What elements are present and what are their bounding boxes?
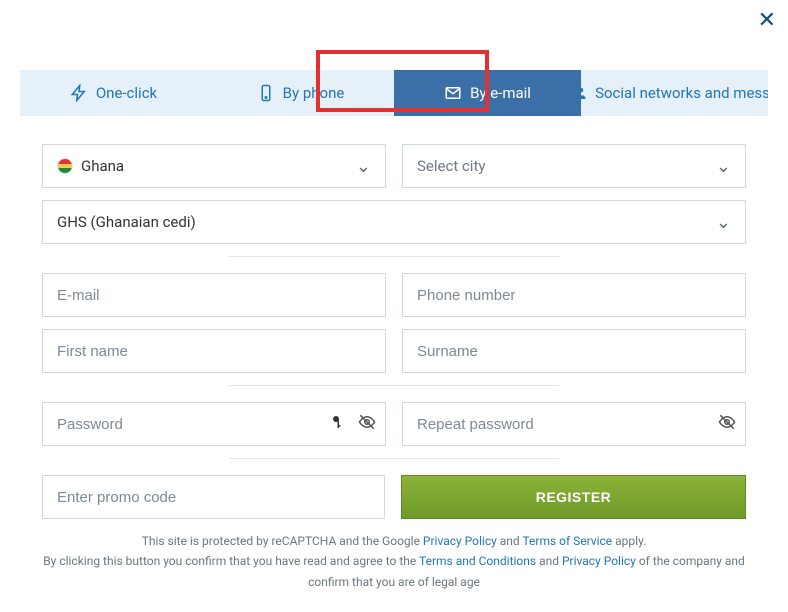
tab-label: Social networks and mess…: [595, 84, 768, 102]
currency-select[interactable]: GHS (Ghanaian cedi) ⌄: [42, 200, 746, 244]
tab-one-click[interactable]: One-click: [20, 70, 207, 116]
registration-tabs: One-click By phone By e-mail Social netw…: [20, 70, 768, 116]
country-select[interactable]: Ghana ⌄: [42, 144, 386, 188]
promo-input[interactable]: [42, 475, 385, 519]
first-name-input[interactable]: [42, 329, 386, 373]
currency-value: GHS (Ghanaian cedi): [57, 213, 196, 231]
divider: [229, 385, 559, 386]
legal-and2: and: [536, 554, 562, 568]
tab-label: By e-mail: [470, 84, 531, 102]
privacy-policy-link[interactable]: Privacy Policy: [423, 534, 497, 548]
close-button[interactable]: ✕: [758, 8, 776, 33]
ghana-flag-icon: [57, 158, 73, 174]
terms-and-conditions-link[interactable]: Terms and Conditions: [419, 554, 536, 568]
tab-label: By phone: [283, 84, 345, 102]
email-input[interactable]: [42, 273, 386, 317]
tab-by-phone[interactable]: By phone: [207, 70, 394, 116]
legal-and: and: [497, 534, 523, 548]
tab-by-email[interactable]: By e-mail: [394, 70, 581, 116]
key-icon: [330, 413, 348, 435]
header-spacer: [20, 0, 768, 70]
phone-icon: [257, 84, 275, 102]
legal-apply: apply.: [612, 534, 646, 548]
email-icon: [444, 84, 462, 102]
chevron-down-icon: ⌄: [716, 212, 731, 233]
city-placeholder: Select city: [417, 157, 485, 175]
users-icon: [581, 84, 587, 102]
chevron-down-icon: ⌄: [356, 156, 371, 177]
eye-off-icon[interactable]: [718, 413, 736, 435]
privacy-policy-link-2[interactable]: Privacy Policy: [562, 554, 636, 568]
register-button[interactable]: REGISTER: [401, 475, 746, 519]
eye-off-icon[interactable]: [358, 413, 376, 435]
city-select[interactable]: Select city ⌄: [402, 144, 746, 188]
terms-of-service-link[interactable]: Terms of Service: [522, 534, 612, 548]
tab-label: One-click: [96, 84, 157, 102]
lightning-icon: [70, 84, 88, 102]
tab-social[interactable]: Social networks and mess…: [581, 70, 768, 116]
divider: [229, 256, 559, 257]
legal-recaptcha-prefix: This site is protected by reCAPTCHA and …: [142, 534, 423, 548]
legal-confirm-prefix: By clicking this button you confirm that…: [43, 554, 419, 568]
chevron-down-icon: ⌄: [716, 156, 731, 177]
legal-text: This site is protected by reCAPTCHA and …: [42, 531, 746, 592]
divider: [229, 458, 559, 459]
country-value: Ghana: [81, 157, 124, 175]
surname-input[interactable]: [402, 329, 746, 373]
phone-input[interactable]: [402, 273, 746, 317]
repeat-password-input[interactable]: [402, 402, 746, 446]
